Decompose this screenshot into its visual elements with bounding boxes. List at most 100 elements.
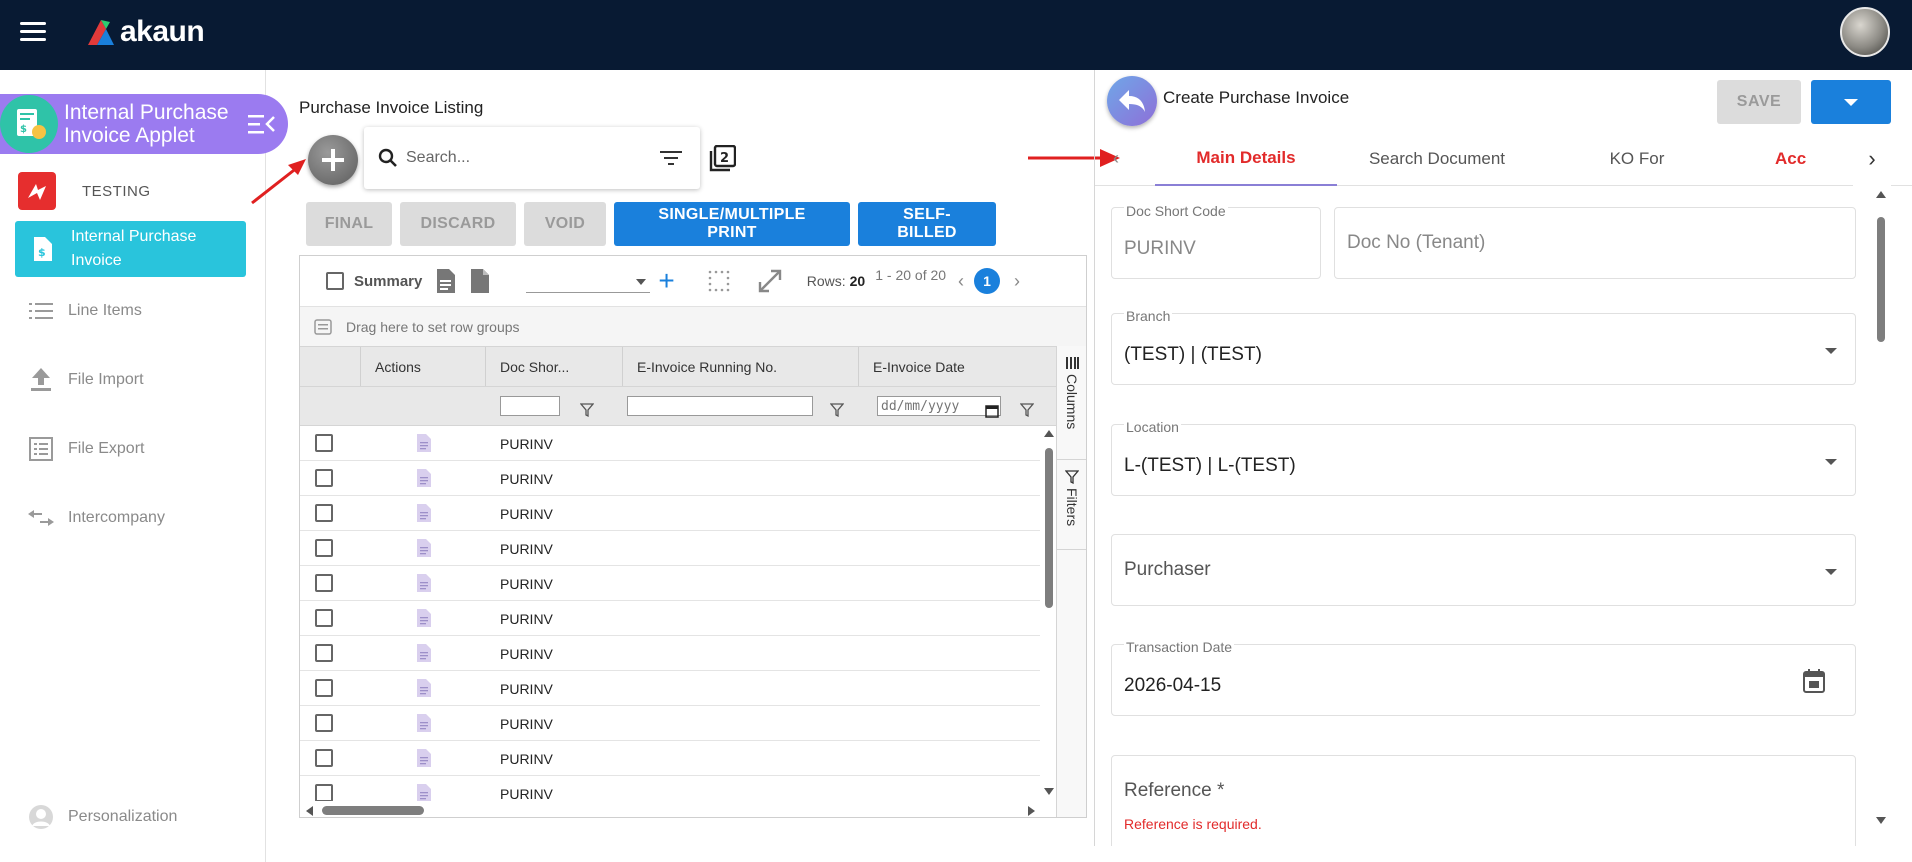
document-icon[interactable] [416,469,432,487]
table-row[interactable]: PURINV [300,741,1040,776]
grid-vertical-scrollbar[interactable] [1042,426,1056,801]
scroll-thumb[interactable] [322,806,424,815]
tab-ko-for[interactable]: KO For [1537,132,1737,186]
document-icon[interactable] [416,749,432,767]
scroll-left-icon[interactable] [306,806,313,816]
row-group-bar[interactable]: Drag here to set row groups [300,306,1086,346]
purchaser-select[interactable]: Purchaser [1111,534,1856,606]
save-button[interactable]: SAVE [1717,80,1801,124]
table-row[interactable]: PURINV [300,496,1040,531]
row-checkbox[interactable] [315,644,333,662]
table-row[interactable]: PURINV [300,671,1040,706]
filters-tab[interactable]: Filters [1057,460,1086,550]
transaction-date-field[interactable]: Transaction Date 2026-04-15 [1111,639,1856,716]
sidebar-item-file-export[interactable]: File Export [28,436,144,462]
date-filter-input[interactable] [877,396,1001,416]
running-no-filter-input[interactable] [627,396,813,416]
table-row[interactable]: PURINV [300,461,1040,496]
rows-per-page[interactable]: 20 [850,273,866,289]
document-icon[interactable] [416,539,432,557]
filter-lines-icon[interactable] [660,150,682,166]
grid-dots-icon[interactable] [707,269,731,293]
location-select[interactable]: Location L-(TEST) | L-(TEST) [1111,419,1856,496]
grid-horizontal-scrollbar[interactable] [300,801,1040,817]
sidebar-item-internal-purchase-invoice[interactable]: $ Internal Purchase Invoice [15,221,246,277]
void-button[interactable]: VOID [524,202,606,246]
row-checkbox[interactable] [315,539,333,557]
doc-short-code-filter-input[interactable] [500,396,560,416]
reference-field[interactable]: Reference * Reference is required. [1111,755,1856,846]
save-options-dropdown[interactable] [1811,80,1891,124]
row-checkbox[interactable] [315,574,333,592]
document-icon[interactable] [416,434,432,452]
print-button[interactable]: SINGLE/MULTIPLE PRINT [614,202,850,246]
scroll-up-icon[interactable] [1044,430,1054,437]
scroll-down-icon[interactable] [1876,817,1886,824]
form-scrollbar[interactable] [1873,187,1889,846]
scroll-down-icon[interactable] [1044,788,1054,795]
funnel-icon[interactable] [1020,399,1034,421]
columns-tab[interactable]: Columns [1057,346,1086,460]
app-logo[interactable]: akaun [84,12,205,52]
final-button[interactable]: FINAL [306,202,392,246]
chevron-right-icon[interactable]: › [1853,132,1891,186]
document-icon[interactable] [416,609,432,627]
summary-checkbox[interactable] [326,272,344,290]
next-page-icon[interactable]: › [1014,271,1020,292]
add-view-icon[interactable]: + [658,267,674,295]
view-select[interactable] [526,269,651,293]
chevron-left-icon[interactable]: ‹ [1113,148,1119,169]
document-icon[interactable] [416,504,432,522]
tenant-selector[interactable]: TESTING [18,172,151,210]
add-button[interactable] [308,135,358,185]
tab-acc[interactable]: Acc [1775,132,1853,186]
sidebar-item-file-import[interactable]: File Import [28,367,144,393]
self-billed-button[interactable]: SELF-BILLED [858,202,996,246]
row-checkbox[interactable] [315,434,333,452]
prev-page-icon[interactable]: ‹ [958,271,964,292]
scroll-up-icon[interactable] [1876,191,1886,198]
tab-search-document[interactable]: Search Document [1337,132,1537,186]
document-icon[interactable] [416,644,432,662]
row-checkbox[interactable] [315,504,333,522]
row-checkbox[interactable] [315,784,333,801]
calendar-small-icon[interactable] [985,400,999,422]
document-icon[interactable] [416,574,432,592]
document-icon[interactable] [416,679,432,697]
row-checkbox[interactable] [315,469,333,487]
sidebar-item-intercompany[interactable]: Intercompany [28,505,165,531]
document-lines-icon[interactable] [436,269,456,293]
document-icon[interactable] [470,269,490,293]
table-row[interactable]: PURINV [300,776,1040,801]
row-checkbox[interactable] [315,679,333,697]
user-avatar[interactable] [1840,7,1890,57]
scroll-thumb[interactable] [1877,217,1885,342]
scroll-right-icon[interactable] [1028,806,1035,816]
scroll-thumb[interactable] [1045,448,1053,608]
table-row[interactable]: PURINV [300,531,1040,566]
sidebar-item-personalization[interactable]: Personalization [28,804,177,830]
tab-main-details[interactable]: Main Details [1155,132,1337,186]
column-header-doc-short-code[interactable]: Doc Shor... [485,347,622,387]
collapse-menu-icon[interactable] [248,112,276,136]
table-row[interactable]: PURINV [300,706,1040,741]
document-icon[interactable] [416,784,432,801]
row-checkbox[interactable] [315,714,333,732]
current-page[interactable]: 1 [974,268,1001,294]
expand-icon[interactable] [757,268,783,294]
document-icon[interactable] [416,714,432,732]
doc-no-tenant-field[interactable]: Doc No (Tenant) [1334,207,1856,279]
duplicate-icon[interactable]: 2 [708,145,736,173]
funnel-icon[interactable] [830,399,844,421]
branch-select[interactable]: Branch (TEST) | (TEST) [1111,308,1856,385]
menu-icon[interactable] [20,22,46,42]
back-button[interactable] [1107,76,1157,126]
discard-button[interactable]: DISCARD [400,202,516,246]
table-row[interactable]: PURINV [300,566,1040,601]
table-row[interactable]: PURINV [300,636,1040,671]
sidebar-item-line-items[interactable]: Line Items [28,298,142,324]
row-checkbox[interactable] [315,749,333,767]
row-checkbox[interactable] [315,609,333,627]
column-header-e-invoice-running-no[interactable]: E-Invoice Running No. [622,347,858,387]
doc-short-code-field[interactable]: Doc Short Code PURINV [1111,203,1321,279]
